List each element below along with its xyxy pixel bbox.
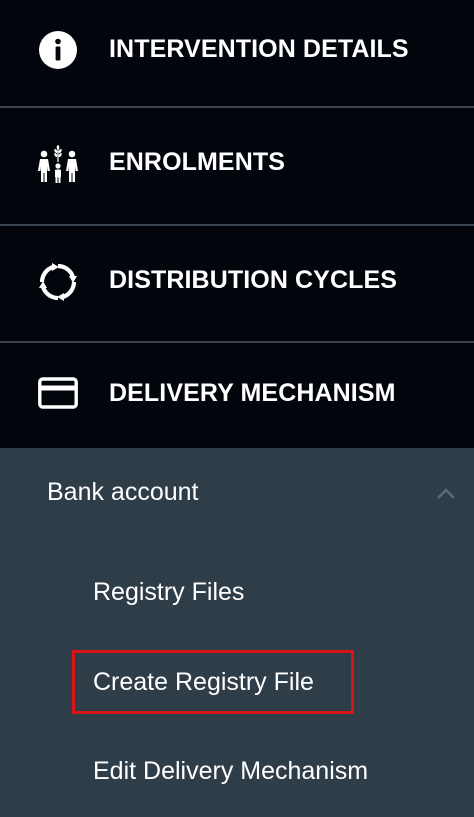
menu-item-intervention-details[interactable]: INTERVENTION DETAILS <box>0 0 474 106</box>
menu-item-enrolments[interactable]: ENROLMENTS <box>0 108 474 224</box>
menu-item-label: INTERVENTION DETAILS <box>109 35 409 63</box>
info-icon <box>36 28 80 72</box>
menu-item-delivery-mechanism[interactable]: DELIVERY MECHANISM <box>0 343 474 448</box>
family-icon <box>36 144 80 188</box>
submenu-header-bank-account[interactable]: Bank account <box>0 448 474 540</box>
submenu-item-edit-delivery-mechanism[interactable]: Edit Delivery Mechanism <box>0 743 474 803</box>
submenu-item-registry-files[interactable]: Registry Files <box>0 564 474 624</box>
menu-item-label: DISTRIBUTION CYCLES <box>109 266 398 294</box>
submenu-header-label: Bank account <box>47 478 199 506</box>
credit-card-icon <box>36 371 80 415</box>
submenu-item-label: Create Registry File <box>93 668 314 696</box>
sidebar-menu: INTERVENTION DETAILS ENROLMENTS DISTRIBU… <box>0 0 474 817</box>
menu-item-label: DELIVERY MECHANISM <box>109 379 396 407</box>
delivery-mechanism-submenu: Bank account Registry Files Create Regis… <box>0 448 474 817</box>
cycle-arrows-icon <box>36 260 80 304</box>
submenu-item-label: Edit Delivery Mechanism <box>93 757 369 785</box>
submenu-item-label: Registry Files <box>93 578 245 606</box>
menu-item-label: ENROLMENTS <box>109 148 285 176</box>
menu-item-distribution-cycles[interactable]: DISTRIBUTION CYCLES <box>0 226 474 342</box>
chevron-up-icon[interactable] <box>433 484 459 504</box>
submenu-item-create-registry-file[interactable]: Create Registry File <box>0 654 474 714</box>
